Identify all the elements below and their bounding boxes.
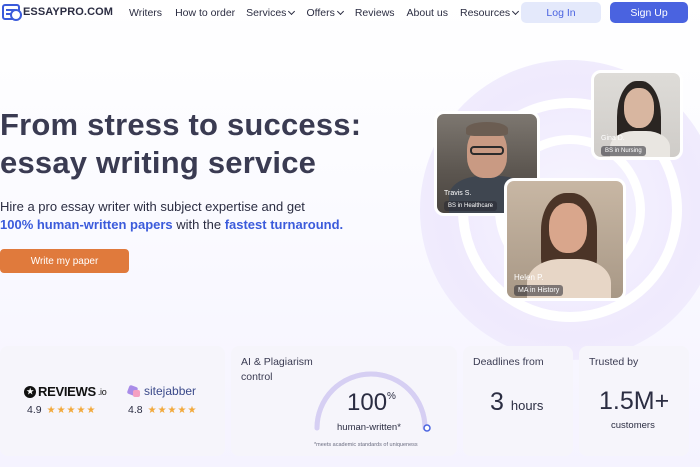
hero-title-line2: essay writing service xyxy=(0,145,317,180)
hero-title-line1: From stress to success: xyxy=(0,107,362,142)
hero-title: From stress to success: essay writing se… xyxy=(0,106,361,182)
hero-sub-end: . xyxy=(339,217,344,232)
write-my-paper-button[interactable]: Write my paper xyxy=(0,249,129,273)
reviews-io-brand: REVIEWS xyxy=(38,384,96,399)
ai-caption: human-written* xyxy=(337,422,401,433)
reviews-io-rating: 4.9 ★★★★★ xyxy=(27,404,96,416)
writer-face xyxy=(549,203,587,253)
ai-plagiarism-card: AI & Plagiarism control 100% human-writt… xyxy=(231,346,457,456)
nav-link-about-us[interactable]: About us xyxy=(407,7,448,19)
writer-card-helen[interactable]: Helen P. MA in History xyxy=(504,178,626,301)
deadlines-value: 3 hours xyxy=(490,388,543,417)
writer-degree: MA in History xyxy=(514,285,564,296)
ai-unit: % xyxy=(387,391,396,402)
rating-stars-icon: ★★★★★ xyxy=(147,404,198,416)
ai-card-label: AI & Plagiarism control xyxy=(241,355,313,385)
hero-highlight-human-written: 100% human-written papers xyxy=(0,217,173,232)
hero-highlight-turnaround: fastest turnaround xyxy=(224,217,340,232)
hero-sub-mid: with the xyxy=(172,217,225,232)
rating-value: 4.9 xyxy=(27,404,42,416)
rating-value: 4.8 xyxy=(128,404,143,416)
writer-name: Helen P. xyxy=(514,273,544,282)
nav-link-label: Reviews xyxy=(354,7,395,19)
top-nav: ESSAYPRO.COM Writers How to order Servic… xyxy=(0,0,700,26)
deadlines-number: 3 xyxy=(490,388,504,416)
writer-degree: BS in Nursing xyxy=(601,146,646,156)
writer-hair xyxy=(466,122,508,136)
nav-link-label: Writers xyxy=(129,7,163,19)
chevron-down-icon xyxy=(512,7,520,16)
sitejabber-icon xyxy=(128,385,141,398)
ai-footnote: *meets academic standards of uniqueness xyxy=(314,442,418,448)
ai-label-line1: AI & Plagiarism xyxy=(241,356,313,368)
deadlines-unit: hours xyxy=(510,398,544,413)
trusted-unit: customers xyxy=(611,420,655,431)
reviews-io-suffix: .io xyxy=(97,386,107,397)
deadlines-card: Deadlines from 3 hours xyxy=(463,346,573,456)
rating-stars-icon: ★★★★★ xyxy=(46,404,97,416)
writer-degree: BS in Healthcare xyxy=(444,201,498,211)
writer-name: Travis S. xyxy=(444,190,472,197)
star-icon: ★ xyxy=(24,385,36,398)
writer-name: Gina D. xyxy=(601,135,625,142)
reviews-card: ★ REVIEWS .io sitejabber xyxy=(0,346,225,456)
trusted-card: Trusted by 1.5M+ customers xyxy=(579,346,689,456)
sitejabber-rating: 4.8 ★★★★★ xyxy=(128,404,197,416)
hero-sub-line1: Hire a pro essay writer with subject exp… xyxy=(0,199,305,214)
sitejabber-brand: sitejabber xyxy=(144,384,197,398)
nav-link-services[interactable]: Services xyxy=(246,7,296,19)
hero-subtitle: Hire a pro essay writer with subject exp… xyxy=(0,198,360,234)
trusted-label: Trusted by xyxy=(589,356,639,368)
nav-link-label: Resources xyxy=(459,7,511,19)
ai-label-line2: control xyxy=(241,371,273,383)
nav-link-how-to-order[interactable]: How to order xyxy=(175,7,235,19)
nav-link-label: How to order xyxy=(175,7,236,19)
logo[interactable]: ESSAYPRO.COM xyxy=(2,4,114,21)
signup-button[interactable]: Sign Up xyxy=(610,2,688,23)
ai-value: 100 xyxy=(347,389,388,416)
logo-text: ESSAYPRO.COM xyxy=(23,6,114,18)
deadlines-label: Deadlines from xyxy=(473,356,544,368)
gauge-knob-icon xyxy=(423,424,431,432)
nav-link-reviews[interactable]: Reviews xyxy=(355,7,395,19)
nav-link-writers[interactable]: Writers xyxy=(129,7,162,19)
writer-card-gina[interactable]: Gina D. BS in Nursing xyxy=(591,70,683,160)
sitejabber-logo[interactable]: sitejabber xyxy=(128,384,196,398)
logo-icon xyxy=(2,4,22,21)
glasses-icon xyxy=(470,146,504,155)
trusted-value: 1.5M+ xyxy=(599,387,670,415)
nav-link-label: Offers xyxy=(306,7,335,19)
nav-link-resources[interactable]: Resources xyxy=(459,7,520,19)
ai-percentage: 100% xyxy=(347,389,396,417)
writer-face xyxy=(624,88,654,128)
chevron-down-icon xyxy=(336,7,344,16)
chevron-down-icon xyxy=(288,7,296,16)
nav-link-offers[interactable]: Offers xyxy=(306,7,344,19)
reviews-io-logo[interactable]: ★ REVIEWS .io xyxy=(24,384,107,399)
nav-links: Writers How to order Services Offers Rev… xyxy=(129,7,520,19)
login-button[interactable]: Log In xyxy=(521,2,601,23)
nav-link-label: Services xyxy=(246,7,287,19)
nav-link-label: About us xyxy=(406,7,448,19)
